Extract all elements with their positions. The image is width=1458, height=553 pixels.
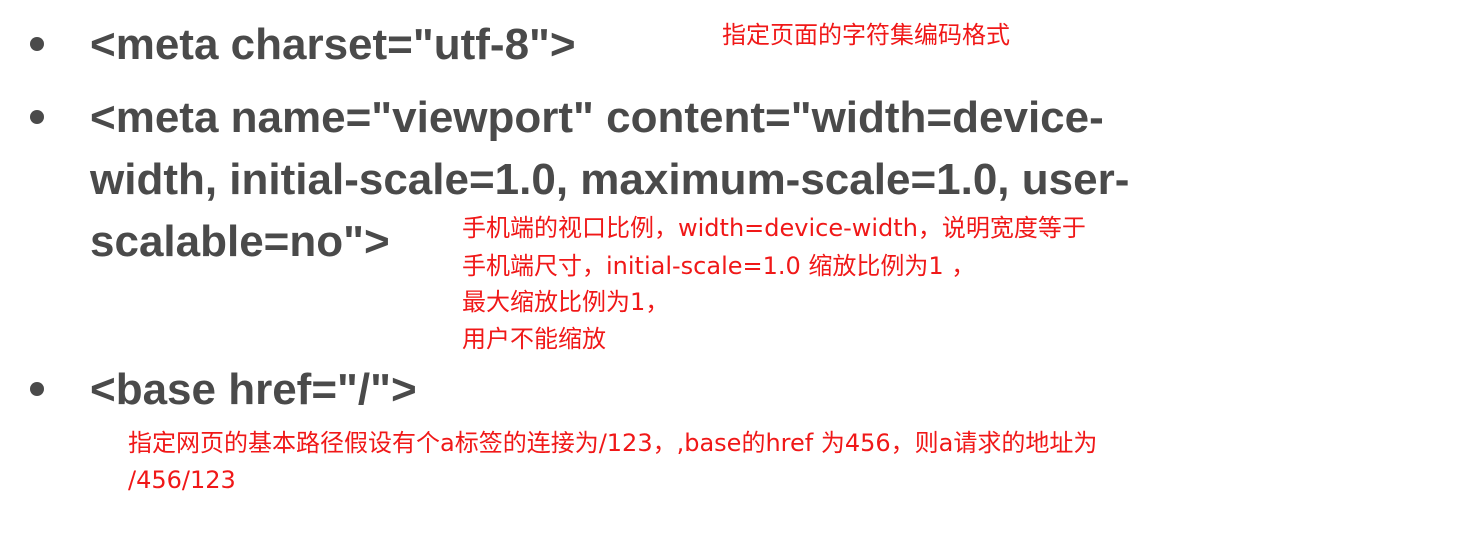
code-meta-viewport-line-3: scalable=no"> xyxy=(90,217,390,266)
bullet-dot xyxy=(30,382,44,396)
slide: <meta charset="utf-8"> 指定页面的字符集编码格式 <met… xyxy=(0,0,1458,553)
bullet-dot xyxy=(30,110,44,124)
note-base-line-1: 指定网页的基本路径假设有个a标签的连接为/123，,base的href 为456… xyxy=(128,429,1098,457)
note-base-line-2: /456/123 xyxy=(128,466,236,494)
code-meta-viewport-line-2: width, initial-scale=1.0, maximum-scale=… xyxy=(90,155,1130,204)
bullet-dot xyxy=(30,37,44,51)
code-base-href: <base href="/"> xyxy=(90,365,417,414)
note-charset: 指定页面的字符集编码格式 xyxy=(722,21,1010,49)
note-viewport-line-3: 最大缩放比例为1， xyxy=(462,288,670,316)
note-viewport-line-1: 手机端的视口比例，width=device-width，说明宽度等于 xyxy=(462,214,1086,242)
code-meta-viewport-line-1: <meta name="viewport" content="width=dev… xyxy=(90,93,1104,142)
note-viewport-line-2: 手机端尺寸，initial-scale=1.0 缩放比例为1 ， xyxy=(462,252,976,280)
note-viewport-line-4: 用户不能缩放 xyxy=(462,325,606,353)
code-meta-charset: <meta charset="utf-8"> xyxy=(90,20,576,69)
